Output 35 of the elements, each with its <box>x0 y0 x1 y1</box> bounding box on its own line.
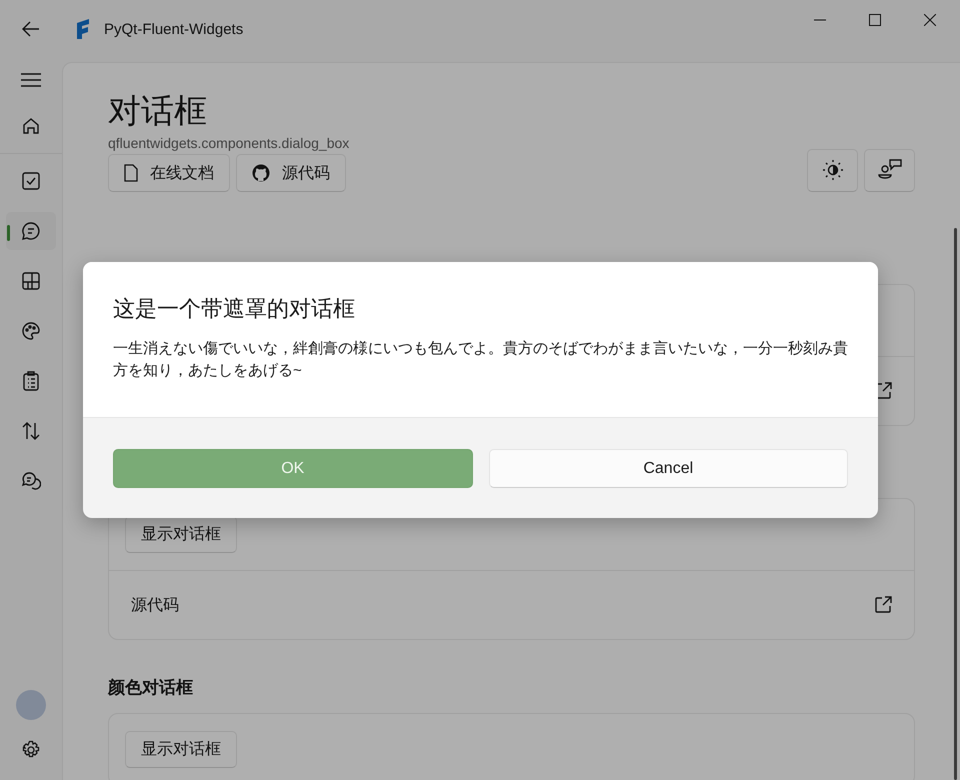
document-icon <box>124 164 138 182</box>
dialog-message: 一生消えない傷でいいな，絆創膏の様にいつも包んでよ。貴方のそばでわがまま言いたいな，一分一秒刻み貴方を知り，あたしをあげる~ <box>113 339 848 381</box>
settings-icon[interactable] <box>21 740 41 760</box>
section-heading: 颜色对话框 <box>108 677 194 699</box>
page-title: 对话框 <box>108 91 208 131</box>
theme-toggle-button[interactable] <box>807 148 858 192</box>
maximize-icon[interactable] <box>869 14 881 26</box>
nav-item[interactable] <box>6 212 56 250</box>
clipboard-icon <box>21 371 41 391</box>
dialog-title: 这是一个带遮罩的对话框 <box>113 295 356 323</box>
close-icon[interactable] <box>924 14 936 26</box>
page-subtitle: qfluentwidgets.components.dialog_box <box>108 135 350 151</box>
window-title: PyQt-Fluent-Widgets <box>104 20 244 38</box>
chat-icon <box>21 221 41 241</box>
swap-arrows-icon <box>21 421 41 441</box>
checkbox-icon <box>21 171 41 191</box>
github-icon <box>252 164 270 182</box>
source-code-label: 源代码 <box>131 596 179 616</box>
back-icon[interactable] <box>22 21 40 37</box>
palette-icon <box>21 321 41 341</box>
feedback-button[interactable] <box>864 148 915 192</box>
layout-icon <box>21 271 41 291</box>
cancel-button[interactable]: Cancel <box>488 449 848 488</box>
menu-icon[interactable] <box>21 73 41 87</box>
docs-button[interactable]: 在线文档 <box>108 154 230 192</box>
scrollbar[interactable] <box>954 228 957 780</box>
source-code-button[interactable]: 源代码 <box>236 154 346 192</box>
show-dialog-button[interactable]: 显示对话框 <box>125 516 237 553</box>
external-link-icon[interactable] <box>874 596 892 614</box>
show-dialog-button[interactable]: 显示对话框 <box>125 731 237 768</box>
minimize-icon[interactable] <box>814 19 826 21</box>
chat-bubbles-icon <box>21 471 41 491</box>
home-icon <box>21 116 41 136</box>
logo-icon <box>76 19 90 39</box>
brightness-icon <box>822 159 844 181</box>
